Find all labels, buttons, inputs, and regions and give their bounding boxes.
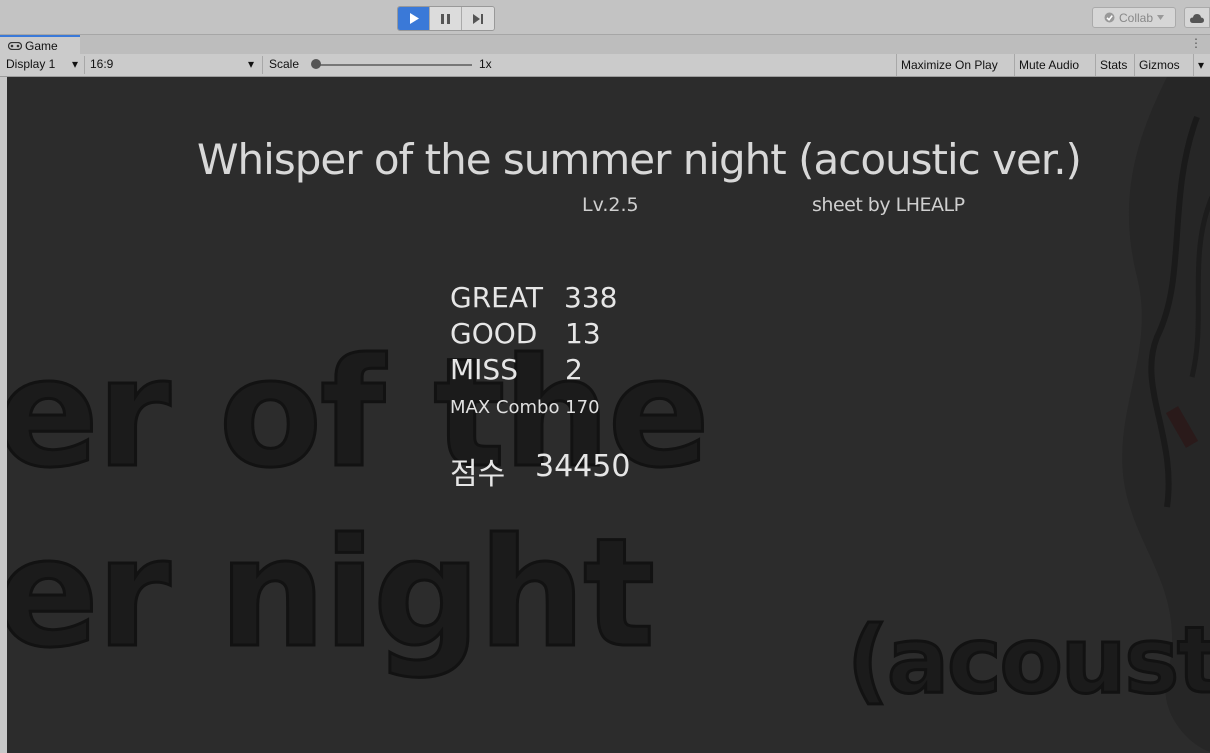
song-level: Lv.2.5: [582, 194, 639, 216]
divider: [262, 56, 263, 74]
check-icon: [1104, 12, 1115, 23]
tab-bar: Game ⋮: [0, 35, 1210, 54]
aspect-dropdown[interactable]: 16:9: [90, 57, 113, 71]
gizmos-button[interactable]: Gizmos: [1134, 54, 1193, 76]
background-title-line-2: er night: [7, 506, 657, 683]
display-dropdown-arrow[interactable]: ▾: [72, 57, 78, 71]
more-options-icon[interactable]: ⋮: [1190, 36, 1202, 50]
playback-controls: [397, 6, 495, 31]
stats-button[interactable]: Stats: [1095, 54, 1134, 76]
tab-game-label: Game: [25, 38, 58, 53]
play-icon: [409, 13, 419, 24]
aspect-dropdown-arrow[interactable]: ▾: [248, 57, 254, 71]
scale-slider-handle[interactable]: [311, 59, 321, 69]
tab-game[interactable]: Game: [0, 35, 80, 54]
great-count: 338: [564, 281, 618, 314]
gizmos-dropdown-arrow[interactable]: ▾: [1193, 54, 1210, 76]
pause-icon: [441, 13, 450, 24]
good-label: GOOD: [450, 317, 538, 350]
gamepad-icon: [8, 41, 22, 50]
display-dropdown[interactable]: Display 1: [6, 57, 55, 71]
pause-button[interactable]: [430, 7, 462, 30]
step-button[interactable]: [462, 7, 494, 30]
step-icon: [473, 13, 483, 24]
score-value: 34450: [535, 449, 631, 484]
great-label: GREAT: [450, 281, 543, 314]
cloud-icon: [1190, 13, 1204, 23]
game-view-controls: Display 1 ▾ 16:9 ▾ Scale 1x Maximize On …: [0, 54, 1210, 77]
song-title: Whisper of the summer night (acoustic ve…: [197, 135, 1082, 184]
divider: [84, 56, 85, 74]
background-title-line-3: (acoustic: [845, 606, 1210, 716]
maximize-on-play-button[interactable]: Maximize On Play: [896, 54, 1014, 76]
scale-label: Scale: [269, 57, 300, 71]
collab-label: Collab: [1118, 10, 1154, 25]
game-viewport: er of the er night (acoustic Whisper of …: [7, 77, 1210, 753]
score-label: 점수: [450, 457, 506, 492]
miss-label: MISS: [450, 353, 518, 386]
good-count: 13: [565, 317, 601, 350]
collab-button[interactable]: Collab: [1092, 7, 1176, 28]
chevron-down-icon: [1157, 15, 1165, 20]
miss-count: 2: [565, 353, 583, 386]
scale-slider-track[interactable]: [318, 64, 472, 66]
scale-value: 1x: [479, 57, 492, 71]
play-button[interactable]: [398, 7, 430, 30]
mute-audio-button[interactable]: Mute Audio: [1014, 54, 1095, 76]
cloud-button[interactable]: [1184, 7, 1210, 28]
max-combo: MAX Combo 170: [450, 397, 600, 418]
editor-toolbar: Collab: [0, 0, 1210, 35]
sheet-author: sheet by LHEALP: [812, 194, 965, 216]
